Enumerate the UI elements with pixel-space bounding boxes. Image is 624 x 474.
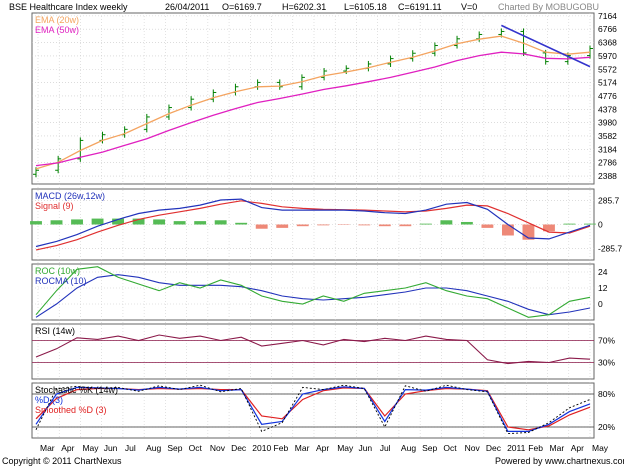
x-axis: MarAprMayJunJulAugSepOctNovDec2010FebMar… [40,443,609,453]
macd-histogram-bar [276,225,288,228]
x-tick-label: Dec [231,443,247,453]
macd-histogram-bar [317,225,329,226]
x-tick-label: Mar [550,443,565,453]
x-tick-label: Jul [125,443,136,453]
y-tick-label: 24 [598,267,608,277]
x-tick-label: Aug [401,443,416,453]
powered-by-text: Powered by www.chartnexus.com [495,456,624,466]
x-tick-label: Oct [443,443,457,453]
x-tick-label: May [82,443,99,453]
volume-readout: V=0 [461,2,477,12]
macd-histogram-bar [256,225,268,229]
rsi-panel [32,324,594,379]
legend-entry: Signal (9) [35,201,74,211]
y-tick-label: 3184 [598,144,617,154]
date-readout: 26/04/2011 [165,2,209,12]
legend-entry: Stochastic %K (14w) [35,385,118,395]
y-tick-label: 20% [598,422,615,432]
y-tick-label: 7164 [598,11,617,21]
x-tick-label: Dec [486,443,502,453]
x-tick-label: Nov [210,443,226,453]
high-readout: H=6202.31 [282,2,326,12]
macd-histogram-bar [194,221,206,224]
macd-histogram-bar [153,219,165,224]
macd-histogram-bar [235,223,247,225]
chart-canvas: BSE Healthcare Index weekly 26/04/2011 O… [0,0,624,469]
macd-histogram-bar [71,219,83,224]
x-tick-label: Apr [571,443,584,453]
x-tick-label: Feb [528,443,543,453]
x-tick-label: 2011 [507,443,526,453]
y-tick-label: 3582 [598,131,617,141]
legend-entry: EMA (20w) [35,15,79,25]
y-tick-label: 5970 [598,51,617,61]
legend-entry: EMA (50w) [35,25,79,35]
y-tick-label: 5174 [598,78,617,88]
chart-window: BSE Healthcare Index weekly 26/04/2011 O… [0,0,624,469]
macd-histogram-bar [420,224,432,225]
x-tick-label: Mar [295,443,310,453]
close-readout: C=6191.11 [398,2,442,12]
x-tick-label: Jun [358,443,372,453]
macd-histogram-bar [564,224,576,225]
roc-panel [32,264,594,320]
y-axes: 7164 6766 6368 5970 5572 5174 4776 4378 3980 3582… [598,11,622,432]
macd-histogram-bar [502,225,514,236]
y-tick-label: 285.7 [598,195,620,205]
macd-histogram-bar [358,225,370,226]
macd-histogram-bar [584,224,596,225]
y-tick-label: 0 [598,299,603,309]
macd-histogram-bar [297,225,309,227]
x-tick-label: Mar [40,443,55,453]
legend-entry: %D (3) [35,395,63,405]
legend-entry: RSI (14w) [35,326,75,336]
macd-histogram-bar [215,220,227,224]
chart-credit: Charted By MOBUGOBU [498,2,599,12]
macd-histogram-bar [440,220,452,224]
y-tick-label: 70% [598,336,615,346]
y-tick-label: 0 [598,220,603,230]
y-tick-label: -285.7 [598,244,622,254]
macd-histogram-bar [174,221,186,224]
legend-entry: Smoothed %D (3) [35,405,107,415]
open-readout: O=6169.7 [222,2,262,12]
y-tick-label: 2786 [598,158,617,168]
y-tick-label: 6368 [598,38,617,48]
macd-histogram-bar [51,220,63,224]
x-tick-label: Aug [146,443,161,453]
y-tick-label: 4378 [598,104,617,114]
x-tick-label: Nov [465,443,481,453]
macd-histogram-bar [399,225,411,227]
legend-entry: ROC (10w) [35,266,80,276]
low-readout: L=6105.18 [344,2,387,12]
legend-entry: ROCMA (10) [35,276,87,286]
y-tick-label: 2388 [598,171,617,181]
y-tick-label: 80% [598,389,615,399]
macd-histogram-bar [379,225,391,227]
x-tick-label: Sep [167,443,182,453]
legend-entry: MACD (26w,12w) [35,191,105,201]
y-tick-label: 4776 [598,91,617,101]
y-tick-label: 5572 [598,64,617,74]
x-tick-label: 2010 [252,443,271,453]
y-tick-label: 6766 [598,24,617,34]
chart-title: BSE Healthcare Index weekly [9,2,128,12]
y-tick-label: 30% [598,358,615,368]
macd-histogram-bar [461,222,473,225]
macd-histogram-bar [92,219,104,225]
x-tick-label: Feb [274,443,289,453]
x-tick-label: Jul [380,443,391,453]
x-tick-label: Oct [189,443,203,453]
x-tick-label: May [592,443,609,453]
x-tick-label: Jun [104,443,118,453]
x-tick-label: Apr [61,443,74,453]
x-tick-label: Apr [316,443,329,453]
y-tick-label: 12 [598,283,608,293]
macd-histogram-bar [481,225,493,228]
x-tick-label: May [337,443,354,453]
macd-histogram-bar [30,221,42,224]
copyright-text: Copyright © 2011 ChartNexus [2,456,122,466]
x-tick-label: Sep [422,443,437,453]
y-tick-label: 3980 [598,118,617,128]
